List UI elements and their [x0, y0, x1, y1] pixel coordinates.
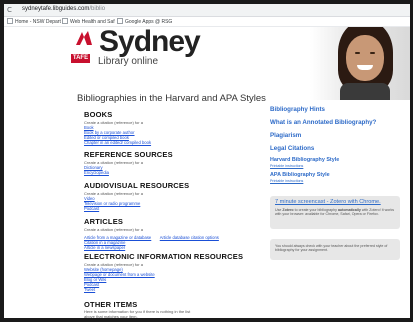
site-header: TAFE Sydney Library online	[4, 27, 410, 100]
brand-wordmark[interactable]: Sydney	[99, 27, 201, 57]
apa-printable-link[interactable]: Printable instructions	[270, 179, 303, 183]
section-heading: ELECTRONIC INFORMATION RESOURCES	[84, 252, 244, 261]
address-bar[interactable]: C sydneytafe.libguides.com/biblio	[4, 4, 410, 17]
library-online-label: Library online	[98, 56, 159, 67]
bookmark-item[interactable]: Google Apps @ RSG	[117, 18, 172, 25]
page-icon	[62, 18, 68, 24]
section-intro: Here is some information for you if ther…	[84, 309, 191, 318]
citation-link[interactable]: Article database citation options	[160, 235, 219, 240]
harvard-style-link[interactable]: Harvard Bibliography Style	[270, 157, 339, 163]
sidebar-link-annotated-bibliography[interactable]: What is an Annotated Bibliography?	[270, 119, 376, 126]
section-books: BOOKS Create a citation (reference) for …	[84, 110, 151, 145]
url-host: sydneytafe.libguides.com	[22, 6, 90, 12]
bookmark-item[interactable]: Web Health and Saf	[62, 18, 115, 25]
sidebar-link-legal-citations[interactable]: Legal Citations	[270, 145, 314, 152]
sidebar-link-plagiarism[interactable]: Plagiarism	[270, 132, 301, 139]
section-intro: Create a citation (reference) for a	[84, 120, 143, 125]
section-other-items: OTHER ITEMS Here is some information for…	[84, 300, 194, 318]
bookmark-item[interactable]: Home - NSW Depart	[7, 18, 61, 25]
harvard-printable-link[interactable]: Printable instructions	[270, 164, 303, 168]
section-heading: REFERENCE SOURCES	[84, 150, 173, 159]
bookmarks-bar: Home - NSW Depart Web Health and Saf Goo…	[4, 17, 410, 27]
section-heading: BOOKS	[84, 110, 113, 119]
citation-link[interactable]: Podcast	[84, 206, 189, 211]
citation-link[interactable]: Chapter in an edited/ compiled book	[84, 140, 151, 145]
zotero-screencast-link[interactable]: 7 minute screencast - Zotero with Chrome…	[275, 199, 381, 205]
zotero-description: Use Zotero to create your bibliography a…	[275, 208, 395, 217]
section-heading: AUDIOVISUAL RESOURCES	[84, 181, 190, 190]
section-heading: ARTICLES	[84, 217, 124, 226]
browser-window: C sydneytafe.libguides.com/biblio Home -…	[4, 4, 410, 318]
citation-link[interactable]: Tweet	[84, 287, 243, 292]
apa-style-link[interactable]: APA Bibliography Style	[270, 172, 330, 178]
page-icon	[117, 18, 123, 24]
url-field[interactable]: sydneytafe.libguides.com/biblio	[22, 6, 105, 12]
citation-link[interactable]: Encyclopedia	[84, 170, 173, 175]
teacher-note-text: You should always check with your teache…	[275, 244, 388, 253]
tafe-badge: TAFE	[71, 54, 90, 63]
header-photo	[310, 27, 410, 100]
page-icon	[7, 18, 13, 24]
section-articles: ARTICLES Create a citation (reference) f…	[84, 217, 223, 250]
reload-icon[interactable]: C	[7, 6, 12, 14]
section-reference-sources: REFERENCE SOURCES Create a citation (ref…	[84, 150, 173, 175]
section-heading: OTHER ITEMS	[84, 300, 138, 309]
zotero-info-box: 7 minute screencast - Zotero with Chrome…	[270, 196, 400, 229]
citation-link[interactable]: Article in a newspaper	[84, 245, 223, 250]
tafe-logo-icon[interactable]	[74, 29, 94, 47]
page-title: Bibliographies in the Harvard and APA St…	[77, 93, 266, 104]
sidebar-link-bibliography-hints[interactable]: Bibliography Hints	[270, 106, 325, 113]
url-path: /biblio	[89, 6, 106, 12]
section-electronic: ELECTRONIC INFORMATION RESOURCES Create …	[84, 252, 243, 292]
section-audiovisual: AUDIOVISUAL RESOURCES Create a citation …	[84, 181, 189, 211]
teacher-note-box: You should always check with your teache…	[270, 239, 400, 260]
